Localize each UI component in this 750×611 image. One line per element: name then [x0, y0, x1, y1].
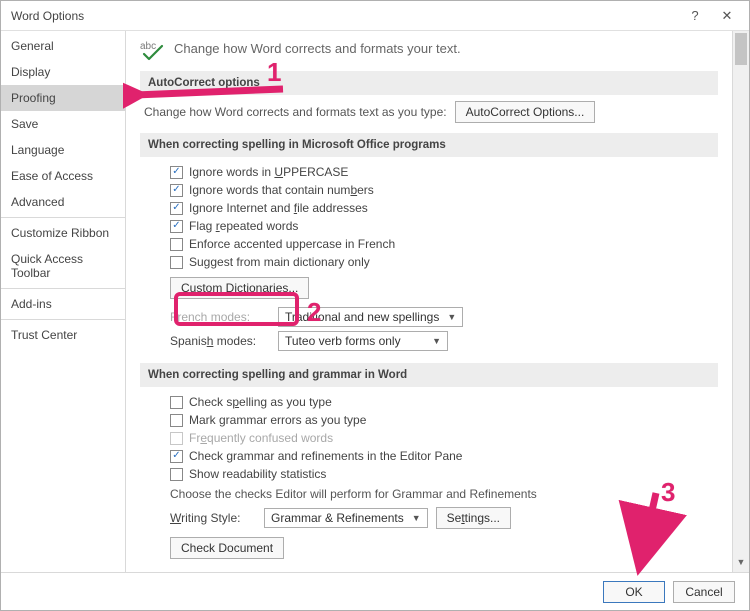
- word-option-label: Check spelling as you type: [189, 395, 332, 409]
- office-option-label: Ignore Internet and file addresses: [189, 201, 368, 215]
- ok-button-label: OK: [625, 585, 642, 599]
- office-option-row: Flag repeated words: [140, 217, 718, 235]
- content-wrap: abc Change how Word corrects and formats…: [126, 31, 749, 572]
- word-option-row: Mark grammar errors as you type: [140, 411, 718, 429]
- word-option-label: Mark grammar errors as you type: [189, 413, 366, 427]
- section-spelling-office-title: When correcting spelling in Microsoft Of…: [140, 133, 718, 157]
- svg-text:abc: abc: [140, 41, 156, 52]
- sidebar-separator: [1, 217, 125, 218]
- sidebar-item-customize-ribbon[interactable]: Customize Ribbon: [1, 220, 125, 246]
- writing-style-combo[interactable]: Grammar & Refinements ▼: [264, 508, 428, 528]
- word-option-row: Check grammar and refinements in the Edi…: [140, 447, 718, 465]
- office-option-label: Ignore words in UPPERCASE: [189, 165, 348, 179]
- dialog-footer: OK Cancel: [1, 572, 749, 610]
- choose-checks-text: Choose the checks Editor will perform fo…: [140, 483, 718, 505]
- word-option-label: Check grammar and refinements in the Edi…: [189, 449, 462, 463]
- custom-dictionaries-button-label: Custom Dictionaries...: [181, 281, 298, 295]
- spanish-modes-label: Spanish modes:: [170, 334, 270, 348]
- section-autocorrect-title: AutoCorrect options: [140, 71, 718, 95]
- word-option-row: Frequently confused words: [140, 429, 718, 447]
- word-option-row: Show readability statistics: [140, 465, 718, 483]
- sidebar-item-add-ins[interactable]: Add-ins: [1, 291, 125, 317]
- office-option-label: Suggest from main dictionary only: [189, 255, 370, 269]
- sidebar: GeneralDisplayProofingSaveLanguageEase o…: [1, 31, 126, 572]
- writing-style-row: Writing Style: Grammar & Refinements ▼ S…: [140, 505, 718, 531]
- office-option-label: Flag repeated words: [189, 219, 298, 233]
- sidebar-item-display[interactable]: Display: [1, 59, 125, 85]
- body: GeneralDisplayProofingSaveLanguageEase o…: [1, 31, 749, 572]
- check-document-button-label: Check Document: [181, 541, 273, 555]
- chevron-down-icon: ▼: [447, 312, 456, 322]
- settings-button-label: Settings...: [447, 511, 500, 525]
- window-title: Word Options: [11, 9, 679, 23]
- word-option-checkbox[interactable]: [170, 450, 183, 463]
- check-document-button[interactable]: Check Document: [170, 537, 284, 559]
- abc-check-icon: abc: [140, 39, 166, 61]
- scrollbar-down-arrow-icon[interactable]: ▼: [733, 554, 749, 570]
- writing-style-label: Writing Style:: [170, 511, 256, 525]
- ok-button[interactable]: OK: [603, 581, 665, 603]
- spanish-modes-combo[interactable]: Tuteo verb forms only ▼: [278, 331, 448, 351]
- word-option-checkbox[interactable]: [170, 468, 183, 481]
- sidebar-item-general[interactable]: General: [1, 33, 125, 59]
- office-option-row: Enforce accented uppercase in French: [140, 235, 718, 253]
- cancel-button[interactable]: Cancel: [673, 581, 735, 603]
- french-modes-row: French modes: Traditional and new spelli…: [140, 305, 718, 329]
- sidebar-item-save[interactable]: Save: [1, 111, 125, 137]
- office-option-checkbox[interactable]: [170, 166, 183, 179]
- sidebar-item-quick-access-toolbar[interactable]: Quick Access Toolbar: [1, 246, 125, 286]
- vertical-scrollbar[interactable]: ▼: [732, 31, 749, 572]
- office-option-row: Ignore words that contain numbers: [140, 181, 718, 199]
- sidebar-item-language[interactable]: Language: [1, 137, 125, 163]
- content: abc Change how Word corrects and formats…: [126, 31, 732, 572]
- office-option-label: Ignore words that contain numbers: [189, 183, 374, 197]
- sidebar-separator: [1, 319, 125, 320]
- headline-text: Change how Word corrects and formats you…: [174, 39, 461, 56]
- word-option-row: Check spelling as you type: [140, 393, 718, 411]
- office-option-row: Suggest from main dictionary only: [140, 253, 718, 271]
- word-option-checkbox[interactable]: [170, 414, 183, 427]
- autocorrect-line: Change how Word corrects and formats tex…: [140, 101, 718, 123]
- french-modes-combo[interactable]: Traditional and new spellings ▼: [278, 307, 463, 327]
- french-modes-value: Traditional and new spellings: [285, 310, 439, 324]
- sidebar-separator: [1, 288, 125, 289]
- office-option-row: Ignore Internet and file addresses: [140, 199, 718, 217]
- cancel-button-label: Cancel: [685, 585, 722, 599]
- sidebar-item-trust-center[interactable]: Trust Center: [1, 322, 125, 348]
- spanish-modes-row: Spanish modes: Tuteo verb forms only ▼: [140, 329, 718, 353]
- spanish-modes-value: Tuteo verb forms only: [285, 334, 401, 348]
- help-button[interactable]: ?: [679, 4, 711, 28]
- settings-button[interactable]: Settings...: [436, 507, 511, 529]
- custom-dictionaries-button[interactable]: Custom Dictionaries...: [170, 277, 309, 299]
- scrollbar-thumb[interactable]: [735, 33, 747, 65]
- autocorrect-options-button-label: AutoCorrect Options...: [466, 105, 585, 119]
- autocorrect-lead: Change how Word corrects and formats tex…: [144, 105, 447, 119]
- word-option-label: Frequently confused words: [189, 431, 333, 445]
- word-option-checkbox[interactable]: [170, 396, 183, 409]
- writing-style-value: Grammar & Refinements: [271, 511, 404, 525]
- close-button[interactable]: ✕: [711, 4, 743, 28]
- chevron-down-icon: ▼: [412, 513, 421, 523]
- office-option-checkbox[interactable]: [170, 256, 183, 269]
- word-option-label: Show readability statistics: [189, 467, 326, 481]
- section-spelling-word-title: When correcting spelling and grammar in …: [140, 363, 718, 387]
- word-option-checkbox: [170, 432, 183, 445]
- sidebar-item-proofing[interactable]: Proofing: [1, 85, 125, 111]
- chevron-down-icon: ▼: [432, 336, 441, 346]
- office-option-checkbox[interactable]: [170, 238, 183, 251]
- autocorrect-options-button[interactable]: AutoCorrect Options...: [455, 101, 596, 123]
- headline: abc Change how Word corrects and formats…: [140, 39, 718, 61]
- office-option-checkbox[interactable]: [170, 220, 183, 233]
- sidebar-item-advanced[interactable]: Advanced: [1, 189, 125, 215]
- sidebar-item-ease-of-access[interactable]: Ease of Access: [1, 163, 125, 189]
- office-option-label: Enforce accented uppercase in French: [189, 237, 395, 251]
- office-option-checkbox[interactable]: [170, 202, 183, 215]
- titlebar: Word Options ? ✕: [1, 1, 749, 31]
- french-modes-label: French modes:: [170, 310, 270, 324]
- office-option-row: Ignore words in UPPERCASE: [140, 163, 718, 181]
- office-option-checkbox[interactable]: [170, 184, 183, 197]
